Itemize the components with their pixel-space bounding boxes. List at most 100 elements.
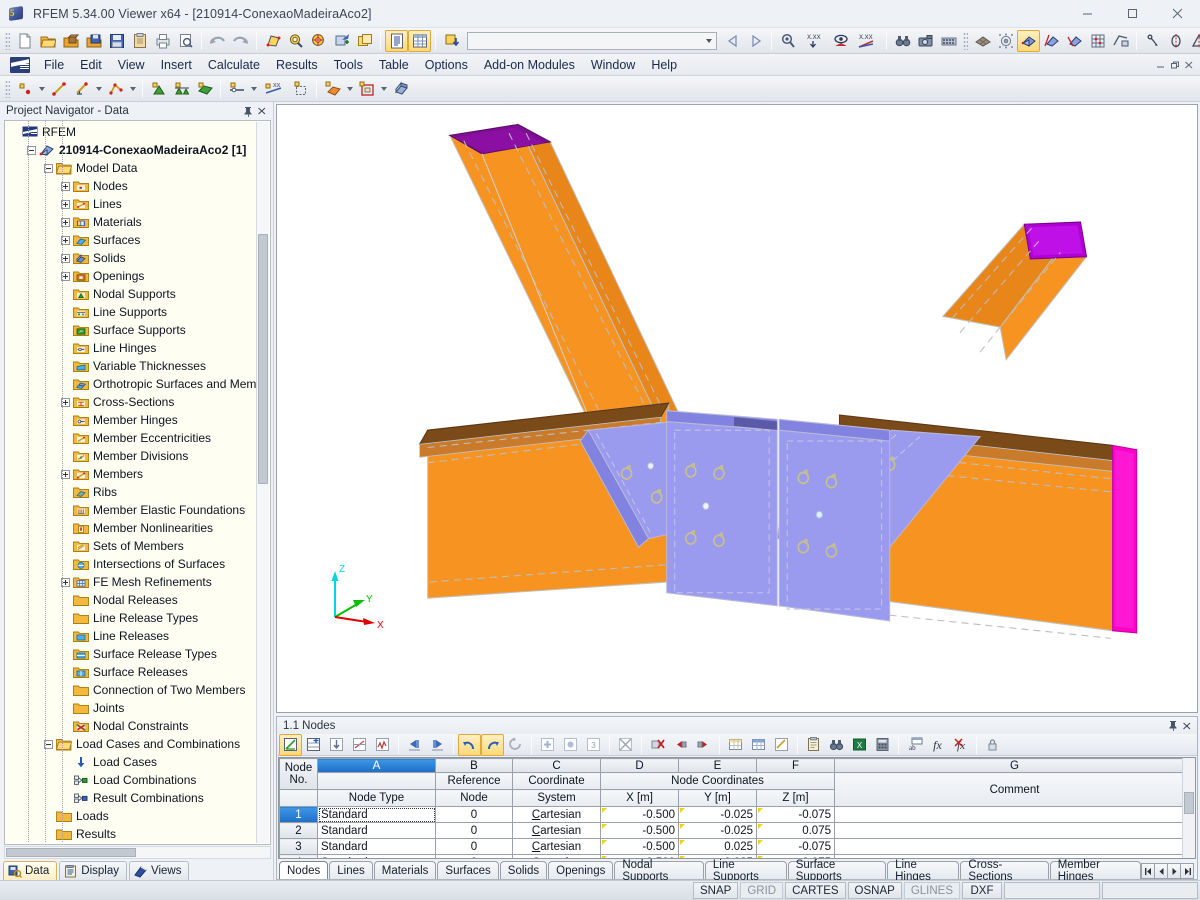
prev-icon[interactable] — [721, 30, 744, 52]
mesh-icon[interactable] — [971, 30, 994, 52]
cell-x[interactable]: -0.500 — [600, 822, 679, 839]
redo-icon[interactable] — [481, 733, 504, 756]
table-row[interactable]: 2 Standard 0 Cartesian -0.500 -0.025 0.075 — [279, 822, 1195, 839]
cell-y[interactable]: -0.025 — [678, 822, 757, 839]
rotate-axis-icon[interactable] — [1164, 30, 1187, 52]
cell-comment[interactable] — [834, 838, 1195, 855]
curve-icon[interactable] — [371, 734, 394, 756]
cell-node-type[interactable]: Standard — [317, 838, 436, 855]
navigator-horizontal-scrollbar[interactable] — [4, 846, 271, 859]
camera-icon[interactable] — [914, 30, 937, 52]
cell-reference-node[interactable]: 0 — [435, 806, 513, 823]
tree-item-joints[interactable]: Joints — [8, 699, 270, 717]
pin-icon[interactable] — [1166, 719, 1180, 733]
table-edit-icon[interactable] — [770, 734, 793, 756]
menu-tools[interactable]: Tools — [326, 55, 371, 75]
notes-icon[interactable] — [802, 734, 825, 756]
pin-icon[interactable] — [241, 104, 255, 118]
status-grid[interactable]: GRID — [740, 882, 784, 899]
menu-view[interactable]: View — [110, 55, 153, 75]
load-case-combo[interactable] — [467, 31, 717, 50]
column-header-a[interactable]: A — [317, 758, 436, 773]
nav-tab-data[interactable]: Data — [3, 861, 58, 880]
edit-table-icon[interactable] — [279, 733, 302, 756]
view-yz-icon[interactable] — [1063, 30, 1086, 52]
tree-item-surfaces[interactable]: Surfaces — [8, 231, 270, 249]
mdi-close-button[interactable] — [1182, 58, 1196, 72]
binoculars-icon[interactable] — [891, 30, 914, 52]
undo-icon[interactable] — [206, 30, 229, 52]
delete-right-icon[interactable] — [692, 734, 715, 756]
row-header-number[interactable]: 1 — [279, 806, 318, 823]
tree-item-solids[interactable]: Solids — [8, 249, 270, 267]
menu-insert[interactable]: Insert — [153, 55, 200, 75]
fe-mesh-icon[interactable] — [994, 30, 1017, 52]
column-header-f[interactable]: F — [756, 758, 835, 773]
result-value-icon[interactable] — [776, 30, 799, 52]
tree-item-load-cases[interactable]: Load Cases — [8, 753, 270, 771]
scrollbar-thumb[interactable] — [258, 234, 268, 484]
column-header-g[interactable]: G — [834, 758, 1195, 773]
tree-item-result-combinations[interactable]: Result Combinations — [8, 789, 270, 807]
renumber-icon[interactable]: 3 — [582, 734, 605, 756]
menu-help[interactable]: Help — [643, 55, 685, 75]
status-snap[interactable]: SNAP — [693, 882, 739, 899]
table-row[interactable]: 4Standard0Cartesian-0.5000.0250.075 — [279, 854, 1195, 858]
cell-coordinate-system[interactable]: Cartesian — [512, 806, 601, 823]
column-header-b[interactable]: B — [435, 758, 513, 773]
nodes-table-container[interactable]: Node No. A B C D E F G Reference Coordin… — [278, 757, 1196, 859]
cell-node-type[interactable]: Standard — [317, 854, 436, 858]
line-support-icon[interactable] — [170, 78, 193, 100]
zoom-circle-icon[interactable] — [307, 30, 330, 52]
cell-comment[interactable] — [834, 822, 1195, 839]
cell-comment[interactable] — [834, 854, 1195, 858]
insert-line-type-dropdown[interactable] — [93, 78, 104, 100]
cell-x[interactable]: -0.500 — [600, 854, 679, 858]
table-vertical-scrollbar[interactable] — [1182, 758, 1195, 858]
last-tab-icon[interactable] — [1180, 863, 1194, 879]
tree-item-line-releases[interactable]: Line Releases — [8, 627, 270, 645]
toolbar-grip[interactable] — [963, 31, 968, 50]
cell-z[interactable]: -0.075 — [756, 838, 835, 855]
cell-z[interactable]: 0.075 — [756, 854, 835, 858]
table-tab-materials[interactable]: Materials — [373, 861, 437, 879]
grid-view-icon[interactable] — [1086, 30, 1109, 52]
table-tab-cross-sections[interactable]: Cross-Sections — [960, 859, 1049, 883]
table-blue-icon[interactable] — [747, 734, 770, 756]
add-row-icon[interactable] — [536, 734, 559, 756]
status-glines[interactable]: GLINES — [903, 882, 960, 899]
table-tab-member-hinges[interactable]: Member Hinges — [1049, 859, 1141, 883]
toolbar-grip[interactable] — [5, 31, 10, 50]
member-division-icon[interactable]: XX — [259, 78, 289, 100]
table-yellow-icon[interactable] — [724, 734, 747, 756]
cell-reference-node[interactable]: 0 — [435, 854, 513, 858]
tree-item-openings[interactable]: Openings — [8, 267, 270, 285]
menu-file[interactable]: File — [36, 55, 72, 75]
member-hinge-icon[interactable] — [225, 78, 248, 100]
table-row[interactable]: 3 Standard 0 Cartesian -0.500 0.025 -0.075 — [279, 838, 1195, 855]
refresh-icon[interactable] — [504, 734, 527, 756]
menu-table[interactable]: Table — [371, 55, 417, 75]
tree-item-nodal-constraints[interactable]: Nodal Constraints — [8, 717, 270, 735]
printout-report-icon[interactable] — [385, 29, 408, 52]
menu-addon-modules[interactable]: Add-on Modules — [476, 55, 583, 75]
tree-item-variable-thicknesses[interactable]: Variable Thicknesses — [8, 357, 270, 375]
cell-y[interactable]: 0.025 — [678, 838, 757, 855]
cell-coordinate-system[interactable]: Cartesian — [512, 838, 601, 855]
tree-item-nodes[interactable]: Nodes — [8, 177, 270, 195]
menu-edit[interactable]: Edit — [72, 55, 110, 75]
remove-row-icon[interactable] — [559, 734, 582, 756]
nodal-support-icon[interactable] — [147, 78, 170, 100]
prev-tab-icon[interactable] — [1154, 863, 1168, 879]
cell-node-type[interactable]: Standard — [317, 822, 436, 839]
cell-reference-node[interactable]: 0 — [435, 838, 513, 855]
cell-x[interactable]: -0.500 — [600, 838, 679, 855]
cell-node-type[interactable]: Standard — [317, 806, 436, 823]
value-down-icon[interactable]: X.XX — [799, 30, 829, 52]
table-tab-nodes[interactable]: Nodes — [279, 861, 329, 879]
cell-y[interactable]: 0.025 — [678, 854, 757, 858]
load-wizard-icon[interactable] — [440, 30, 463, 52]
column-header-c[interactable]: C — [512, 758, 601, 773]
table-tab-lines[interactable]: Lines — [329, 861, 373, 879]
cell-y[interactable]: -0.025 — [678, 806, 757, 823]
